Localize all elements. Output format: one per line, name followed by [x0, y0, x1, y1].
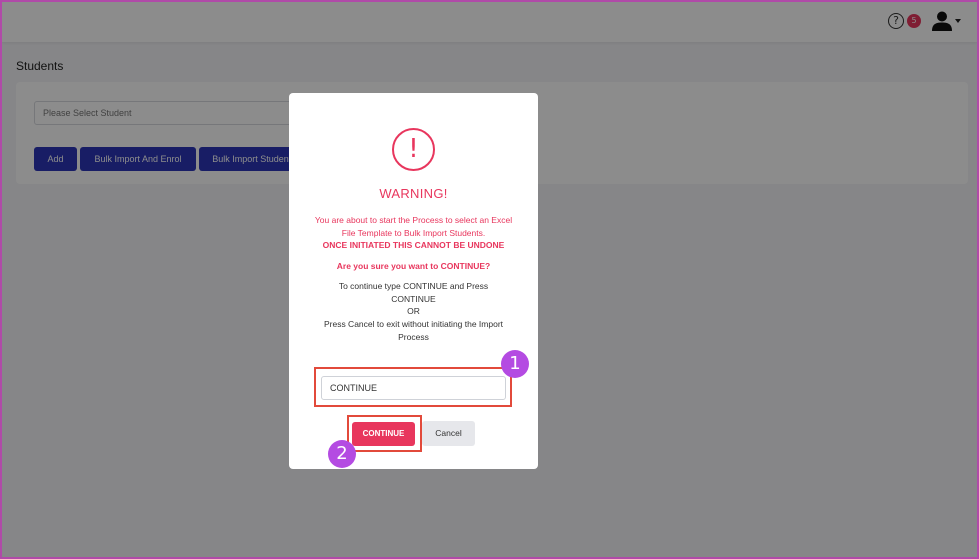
- continue-instruction: To continue type CONTINUE and Press CONT…: [338, 281, 489, 304]
- warning-icon: !: [392, 128, 435, 171]
- step-2-badge: 2: [328, 440, 356, 468]
- app-window: ? 5 Students Please Select Student Add B…: [0, 0, 979, 559]
- warning-message: You are about to start the Process to se…: [314, 215, 513, 238]
- confirm-question: Are you sure you want to CONTINUE?: [336, 261, 491, 271]
- or-separator: OR: [407, 306, 420, 316]
- step-1-badge: 1: [501, 350, 529, 378]
- cancel-instruction: Press Cancel to exit without initiating …: [323, 319, 504, 342]
- highlight-box-input: [314, 367, 512, 407]
- warning-dialog: ! WARNING! You are about to start the Pr…: [289, 93, 538, 469]
- dialog-title: WARNING!: [379, 186, 448, 201]
- cancel-button[interactable]: Cancel: [422, 421, 475, 446]
- highlight-box-continue: [347, 415, 422, 452]
- warning-irreversible-text: ONCE INITIATED THIS CANNOT BE UNDONE: [322, 240, 505, 250]
